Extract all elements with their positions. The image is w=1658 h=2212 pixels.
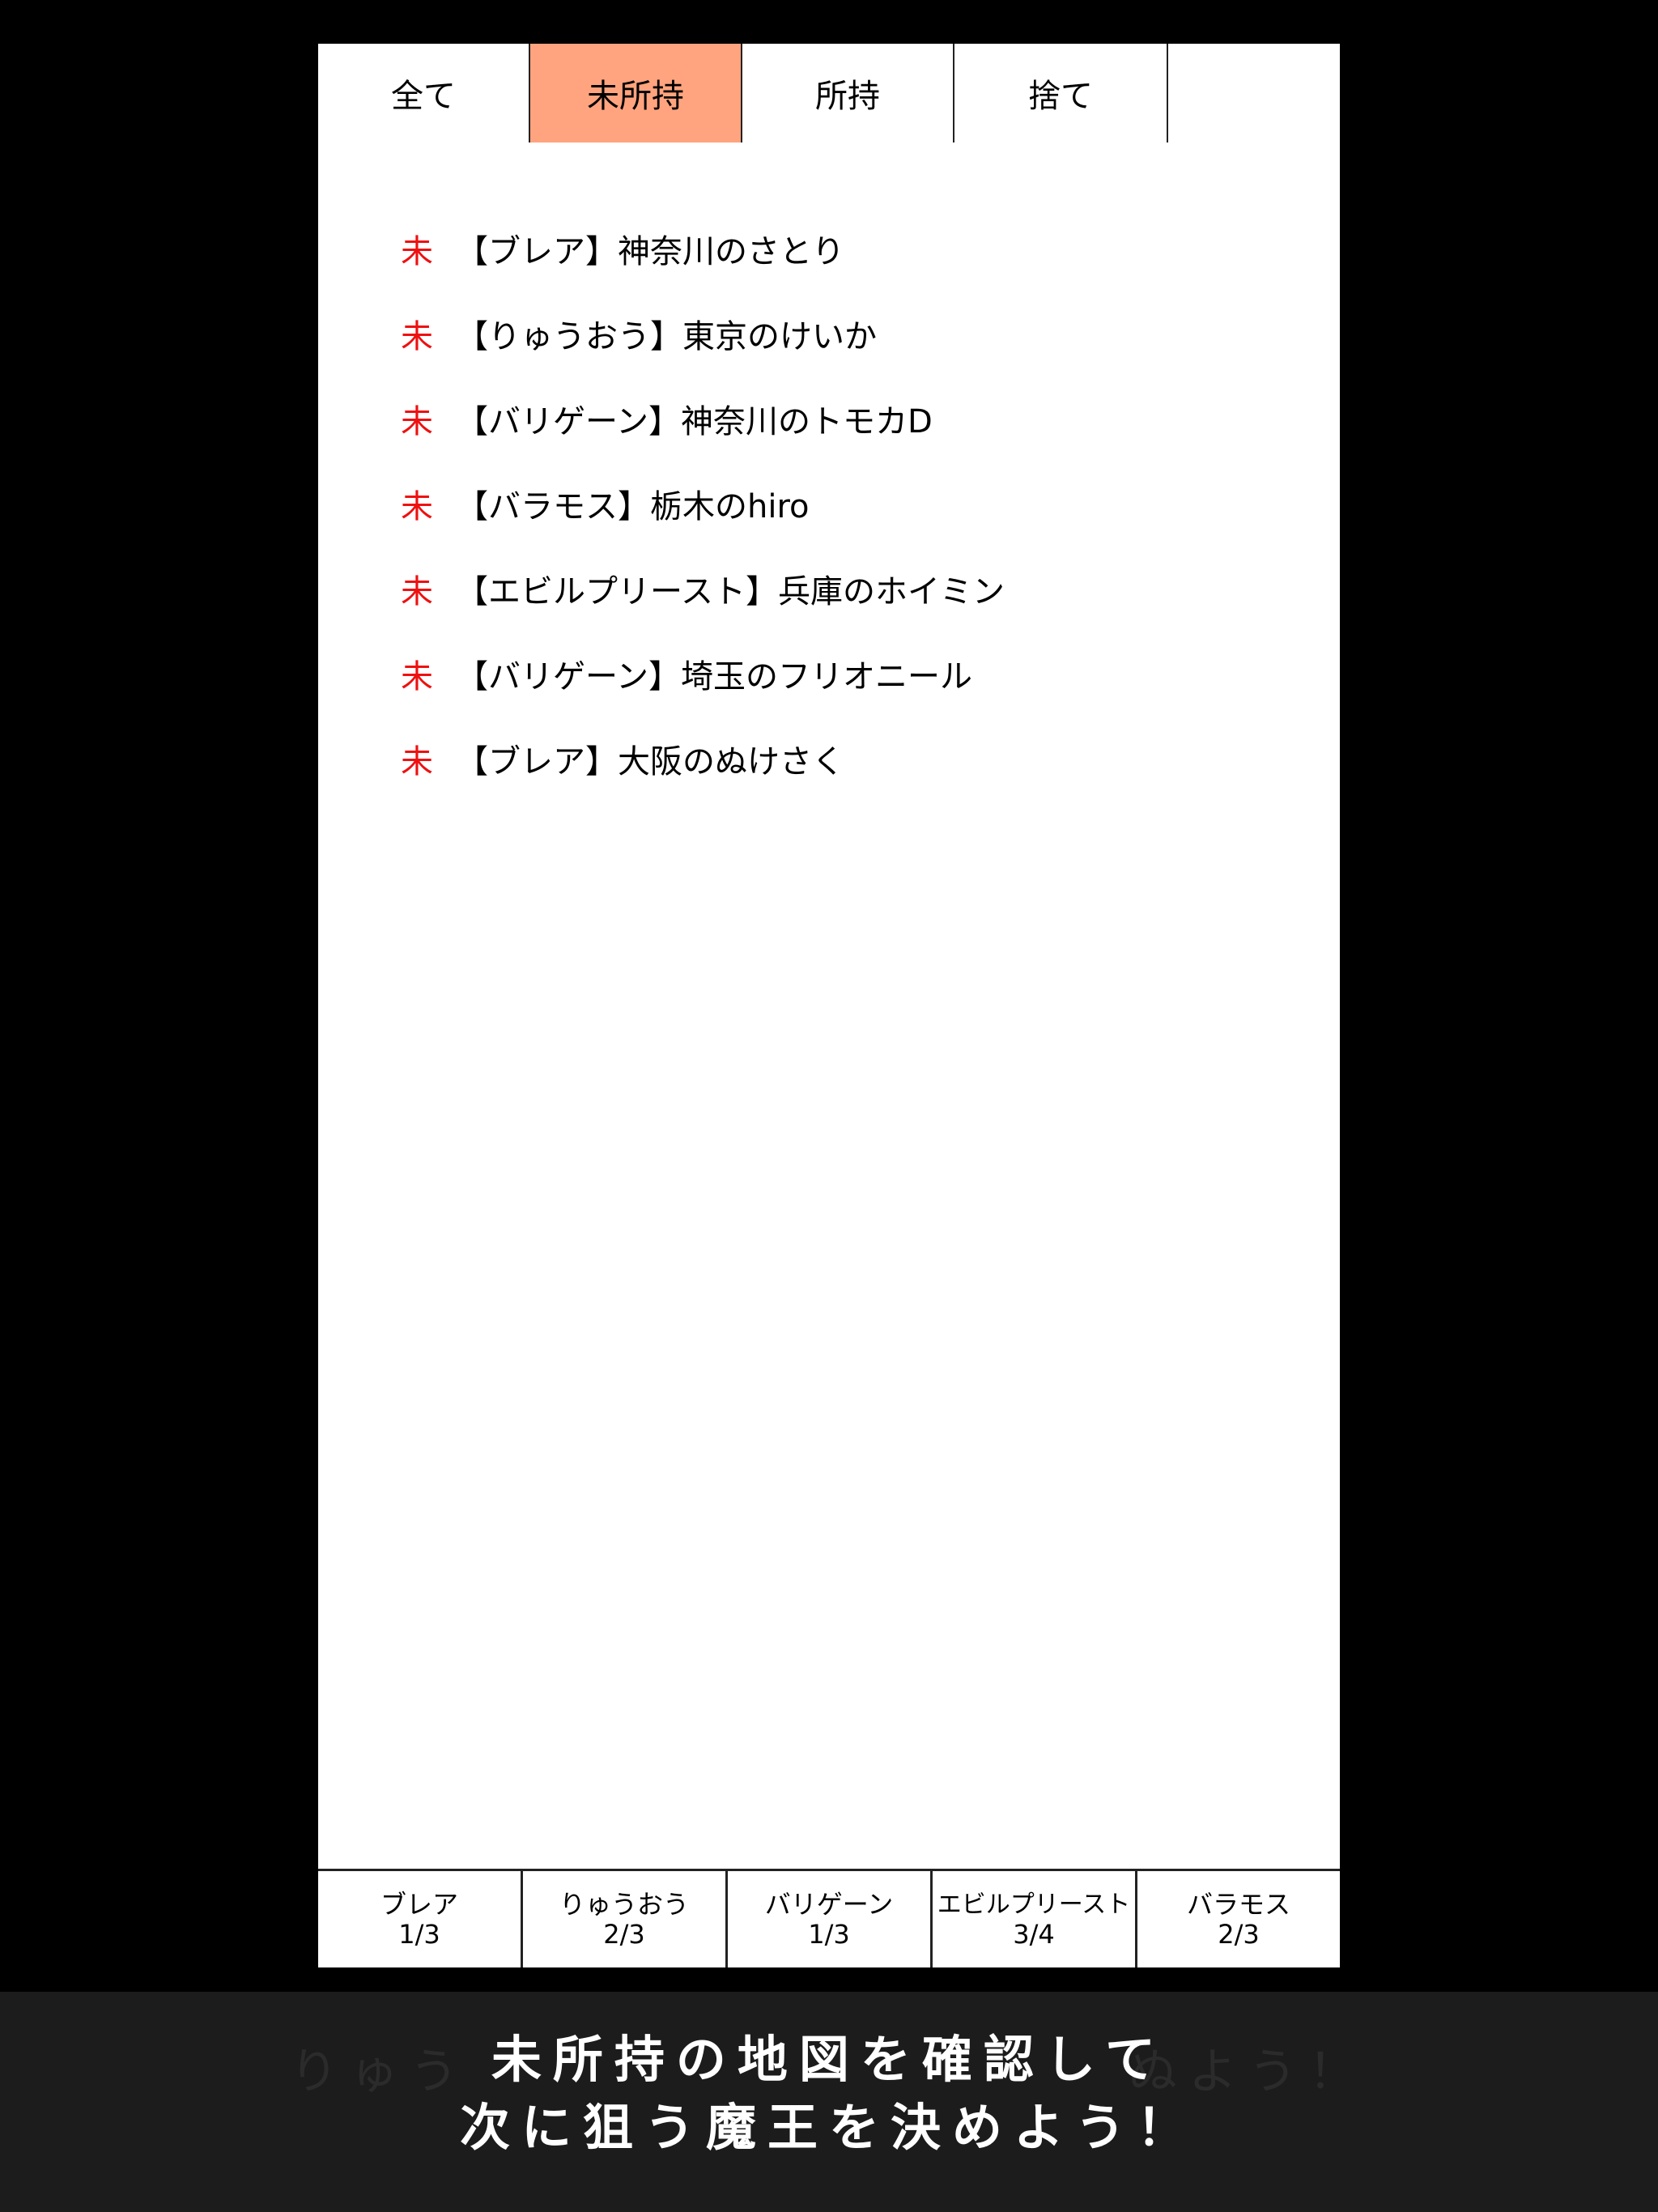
group-blair[interactable]: ブレア 1/3 bbox=[318, 1871, 523, 1967]
group-count: 1/3 bbox=[808, 1918, 850, 1950]
caption-line-1: 未所持の地図を確認して bbox=[491, 2030, 1167, 2089]
group-baramos[interactable]: バラモス 2/3 bbox=[1137, 1871, 1340, 1967]
group-name: バリゲーン bbox=[764, 1888, 894, 1920]
tab-unowned[interactable]: 未所持 bbox=[529, 44, 742, 143]
group-evil-priest[interactable]: エビルプリースト 3/4 bbox=[933, 1871, 1137, 1967]
caption-line-2: 次に狙う魔王を決めよう！ bbox=[459, 2098, 1198, 2157]
item-title: 【ブレア】神奈川のさとり bbox=[456, 232, 844, 270]
item-title: 【りゅうおう】東京のけいか bbox=[456, 317, 877, 355]
list-item[interactable]: 未 【りゅうおう】東京のけいか bbox=[318, 291, 1340, 376]
item-title: 【バラモス】栃木のhiro bbox=[456, 487, 810, 525]
list-item[interactable]: 未 【ブレア】大阪のぬけさく bbox=[318, 716, 1340, 801]
list-item[interactable]: 未 【バラモス】栃木のhiro bbox=[318, 461, 1340, 546]
group-count: 2/3 bbox=[1218, 1918, 1260, 1950]
unowned-mark: 未 bbox=[401, 317, 433, 355]
unowned-mark: 未 bbox=[401, 402, 433, 440]
group-name: ブレア bbox=[380, 1888, 458, 1920]
unowned-mark: 未 bbox=[401, 487, 433, 525]
map-list: 未 【ブレア】神奈川のさとり 未 【りゅうおう】東京のけいか 未 【バリゲーン】… bbox=[318, 206, 1340, 801]
list-item[interactable]: 未 【バリゲーン】埼玉のフリオニール bbox=[318, 631, 1340, 716]
tab-discarded[interactable]: 捨て bbox=[954, 44, 1168, 143]
app-screen: 全て 未所持 所持 捨て 未 【ブレア】神奈川のさとり 未 【りゅうおう】東京の… bbox=[318, 44, 1340, 1967]
list-item[interactable]: 未 【バリゲーン】神奈川のトモカD bbox=[318, 376, 1340, 461]
item-title: 【ブレア】大阪のぬけさく bbox=[456, 742, 844, 781]
item-title: 【バリゲーン】神奈川のトモカD bbox=[456, 402, 933, 440]
item-title: 【エビルプリースト】兵庫のホイミン bbox=[456, 572, 1005, 610]
unowned-mark: 未 bbox=[401, 572, 433, 610]
boss-group-bar: ブレア 1/3 りゅうおう 2/3 バリゲーン 1/3 エビルプリースト 3/4… bbox=[318, 1869, 1340, 1967]
group-name: バラモス bbox=[1186, 1888, 1290, 1920]
group-count: 1/3 bbox=[398, 1918, 440, 1950]
promo-caption: りゅう ぬよう！ 未所持の地図を確認して 次に狙う魔王を決めよう！ bbox=[0, 1992, 1658, 2212]
list-item[interactable]: 未 【エビルプリースト】兵庫のホイミン bbox=[318, 546, 1340, 631]
tab-all[interactable]: 全て bbox=[318, 44, 530, 143]
unowned-mark: 未 bbox=[401, 742, 433, 781]
list-item[interactable]: 未 【ブレア】神奈川のさとり bbox=[318, 206, 1340, 291]
caption-text: 未所持の地図を確認して 次に狙う魔王を決めよう！ bbox=[0, 2026, 1658, 2162]
group-count: 2/3 bbox=[603, 1918, 645, 1950]
group-name: りゅうおう bbox=[559, 1888, 689, 1920]
group-name: エビルプリースト bbox=[937, 1890, 1131, 1919]
filter-tab-bar: 全て 未所持 所持 捨て bbox=[318, 44, 1340, 143]
group-count: 3/4 bbox=[1013, 1918, 1055, 1950]
tab-owned[interactable]: 所持 bbox=[742, 44, 954, 143]
group-barigen[interactable]: バリゲーン 1/3 bbox=[728, 1871, 933, 1967]
item-title: 【バリゲーン】埼玉のフリオニール bbox=[456, 657, 972, 696]
unowned-mark: 未 bbox=[401, 232, 433, 270]
unowned-mark: 未 bbox=[401, 657, 433, 696]
group-ryuuou[interactable]: りゅうおう 2/3 bbox=[523, 1871, 728, 1967]
